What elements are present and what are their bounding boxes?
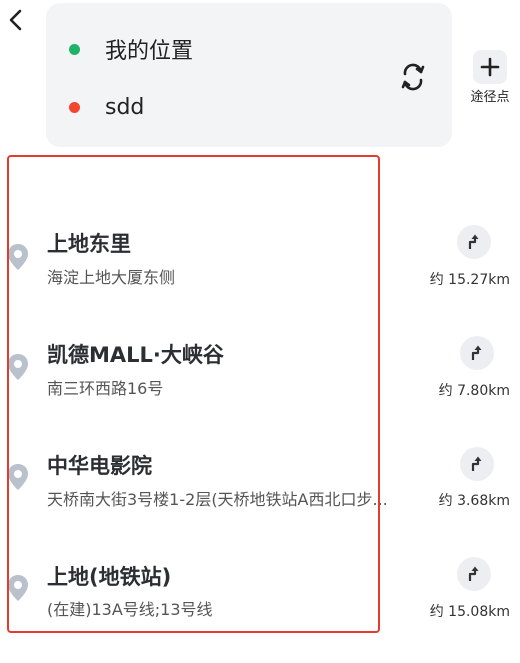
result-distance: 约 7.80km bbox=[438, 383, 510, 399]
result-address: (在建)13A号线;13号线 bbox=[47, 600, 213, 619]
turn-right-icon bbox=[468, 234, 479, 249]
destination-text: sdd bbox=[105, 94, 145, 120]
swap-icon bbox=[401, 63, 425, 91]
search-result-item[interactable]: 上地(地铁站) (在建)13A号线;13号线 约 15.08km bbox=[0, 539, 520, 639]
start-location-field[interactable]: 我的位置 bbox=[46, 29, 193, 69]
turn-right-icon bbox=[471, 345, 482, 360]
result-distance: 约 15.08km bbox=[429, 604, 510, 620]
location-pin-icon bbox=[8, 244, 28, 270]
back-button[interactable] bbox=[0, 4, 32, 36]
result-distance: 约 15.27km bbox=[429, 272, 510, 288]
result-name: 中华电影院 bbox=[47, 454, 152, 478]
result-name: 凯德MALL·大峡谷 bbox=[47, 343, 224, 367]
add-waypoint-label: 途径点 bbox=[470, 90, 510, 105]
location-pin-icon bbox=[8, 575, 28, 601]
navigate-button[interactable] bbox=[457, 557, 491, 591]
result-name: 上地东里 bbox=[47, 232, 131, 256]
navigate-button[interactable] bbox=[460, 447, 494, 481]
turn-right-icon bbox=[468, 566, 479, 581]
result-address: 南三环西路16号 bbox=[47, 379, 164, 398]
plus-icon bbox=[480, 57, 500, 77]
result-distance: 约 3.68km bbox=[438, 493, 510, 509]
back-arrow-icon bbox=[9, 9, 22, 31]
search-result-item[interactable]: 上地东里 海淀上地大厦东侧 约 15.27km bbox=[0, 206, 520, 306]
start-dot-icon bbox=[69, 43, 80, 55]
navigate-button[interactable] bbox=[457, 225, 491, 259]
start-location-text: 我的位置 bbox=[105, 39, 194, 64]
turn-right-icon bbox=[471, 456, 482, 471]
location-pin-icon bbox=[8, 464, 28, 490]
search-result-item[interactable]: 中华电影院 天桥南大街3号楼1-2层(天桥地铁站A西北口步... 约 3.68k… bbox=[0, 428, 520, 528]
result-address: 海淀上地大厦东侧 bbox=[47, 268, 176, 287]
plus-icon-wrapper bbox=[473, 50, 507, 84]
location-pin-icon bbox=[8, 354, 28, 380]
result-name: 上地(地铁站) bbox=[47, 565, 172, 589]
swap-route-button[interactable] bbox=[398, 59, 428, 95]
navigate-button[interactable] bbox=[460, 336, 494, 370]
destination-field[interactable]: sdd bbox=[46, 87, 144, 127]
route-input-panel: 我的位置 sdd bbox=[46, 3, 452, 147]
search-result-item[interactable]: 凯德MALL·大峡谷 南三环西路16号 约 7.80km bbox=[0, 317, 520, 417]
end-dot-icon bbox=[69, 101, 80, 113]
add-waypoint-button[interactable]: 途径点 bbox=[462, 50, 518, 106]
result-address: 天桥南大街3号楼1-2层(天桥地铁站A西北口步... bbox=[47, 490, 388, 509]
